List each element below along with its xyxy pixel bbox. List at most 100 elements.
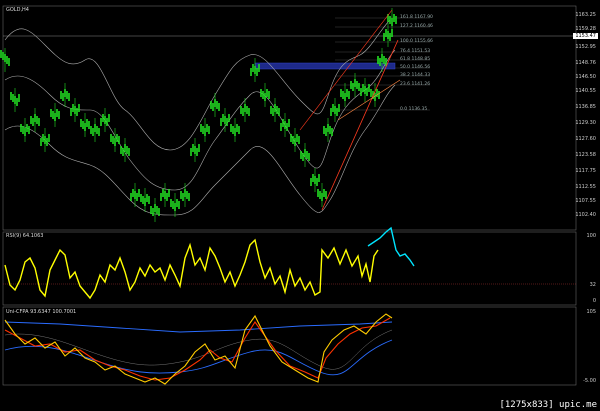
rsi-projection-line — [367, 226, 415, 267]
candle-body — [385, 29, 387, 37]
candle-body — [180, 191, 182, 199]
candle-body — [202, 126, 204, 134]
osc-axis-top: 105 — [586, 309, 596, 315]
candle-body — [158, 208, 160, 216]
candle-body — [312, 174, 314, 182]
candle-body — [318, 174, 320, 182]
candle-body — [242, 108, 244, 116]
candle-body — [30, 116, 32, 124]
candle-body — [350, 81, 352, 89]
chart-canvas[interactable] — [0, 0, 600, 411]
rsi-axis-top: 100 — [586, 233, 596, 239]
candle-body — [190, 148, 192, 156]
candle-body — [60, 91, 62, 99]
candle-body — [284, 121, 286, 129]
candle-body — [112, 136, 114, 144]
candle-body — [120, 146, 122, 154]
candle-body — [124, 144, 126, 152]
candle-body — [342, 91, 344, 99]
candle-body — [366, 88, 368, 96]
candle-body — [34, 114, 36, 122]
candle-body — [206, 124, 208, 132]
candle-body — [74, 106, 76, 114]
candle-body — [214, 99, 216, 107]
candle-body — [274, 104, 276, 112]
candle-body — [314, 176, 316, 184]
osc-blue-lower — [4, 339, 393, 376]
supply-zone-rectangle[interactable] — [254, 62, 396, 70]
candle-body — [32, 118, 34, 126]
candle-body — [327, 124, 329, 132]
candle-body — [379, 58, 381, 66]
trendline-upper[interactable] — [299, 9, 393, 131]
candle-body — [2, 52, 4, 60]
candle-body — [332, 104, 334, 112]
candle-body — [148, 196, 150, 204]
watermark: [1275x833] upic.me — [499, 400, 597, 410]
candle-body — [62, 93, 64, 101]
candle-body — [66, 91, 68, 99]
osc-label: Uni-CFPA 93.6347 100.7001 — [6, 309, 77, 315]
candle-body — [254, 66, 256, 74]
candle-body — [82, 121, 84, 129]
candle-body — [278, 108, 280, 116]
candle-body — [376, 89, 378, 97]
candle-body — [150, 206, 152, 214]
candle-body — [244, 104, 246, 112]
candle-body — [58, 111, 60, 119]
candle-body — [22, 126, 24, 134]
candle-body — [38, 118, 40, 126]
candle-body — [110, 134, 112, 142]
candle-body — [224, 116, 226, 124]
candle-body — [308, 153, 310, 161]
candle-body — [348, 91, 350, 99]
candle-body — [146, 194, 148, 202]
candle-body — [294, 138, 296, 146]
candle-body — [362, 84, 364, 92]
current-price-box: 1153.47 — [573, 33, 598, 39]
candle-body — [72, 104, 74, 112]
band-middle — [4, 49, 396, 191]
candle-body — [54, 113, 56, 121]
candle-body — [152, 208, 154, 216]
candle-body — [334, 106, 336, 114]
candle-body — [218, 103, 220, 111]
candle-body — [178, 201, 180, 209]
candle-body — [48, 134, 50, 142]
candle-body — [56, 109, 58, 117]
candle-body — [96, 126, 98, 134]
candle-body — [383, 33, 385, 41]
candle-body — [100, 118, 102, 126]
candle-body — [300, 151, 302, 159]
candle-body — [106, 118, 108, 126]
candle-body — [276, 106, 278, 114]
candle-body — [92, 128, 94, 136]
candle-body — [230, 124, 232, 132]
osc-blue-upper — [4, 321, 393, 333]
candle-body — [108, 114, 110, 122]
candle-body — [352, 83, 354, 91]
candle-body — [381, 54, 383, 62]
candle-body — [196, 148, 198, 156]
candle-body — [368, 84, 370, 92]
candle-body — [204, 128, 206, 136]
rsi-line — [4, 238, 379, 300]
candle-body — [114, 138, 116, 146]
rsi-label: RSI(9) 64.1063 — [6, 233, 44, 239]
candle-body — [102, 114, 104, 122]
candle-body — [354, 79, 356, 87]
candle-body — [168, 189, 170, 197]
candle-body — [104, 116, 106, 124]
candle-body — [6, 56, 8, 64]
price-candles[interactable] — [0, 8, 397, 222]
candle-body — [290, 134, 292, 142]
candle-body — [94, 124, 96, 132]
candle-body — [374, 93, 376, 101]
candle-body — [220, 118, 222, 126]
main-pane-border — [2, 5, 577, 231]
candle-body — [46, 138, 48, 146]
candle-body — [20, 124, 22, 132]
candle-body — [391, 18, 393, 26]
candle-body — [286, 123, 288, 131]
candle-body — [84, 123, 86, 131]
